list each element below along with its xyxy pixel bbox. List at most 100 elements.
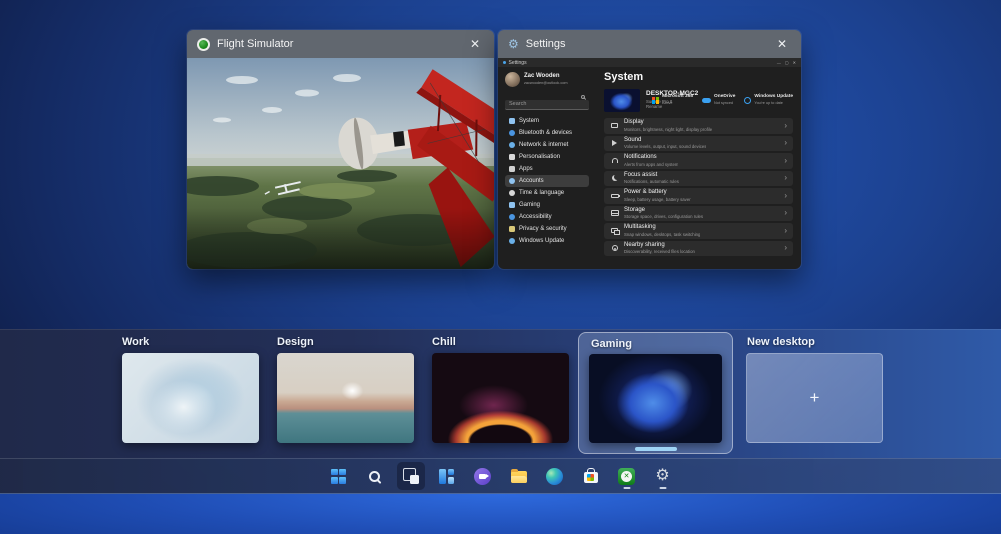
settings-search-input[interactable]	[505, 100, 589, 110]
device-header: DESKTOP-MGC2 Surface Pro 8 Rename Micros…	[604, 88, 793, 112]
user-name: Zac Wooden	[524, 73, 568, 81]
close-icon[interactable]: ✕	[793, 60, 796, 65]
flight-simulator-titlebar[interactable]: Flight Simulator ✕	[187, 30, 494, 58]
desktop-thumbnail-chill[interactable]	[432, 353, 569, 443]
chat-button[interactable]	[469, 462, 497, 490]
desktop-thumbnail-gaming[interactable]	[589, 354, 722, 443]
bluetooth-icon	[509, 130, 515, 136]
windows-update-icon	[509, 238, 515, 244]
nav-item-accessibility[interactable]: Accessibility	[505, 211, 589, 223]
taskbar	[0, 458, 1001, 494]
flight-simulator-preview[interactable]	[187, 58, 494, 269]
edge-icon	[546, 468, 563, 485]
chevron-right-icon: ›	[784, 227, 787, 235]
nav-item-time-language[interactable]: Time & language	[505, 187, 589, 199]
task-view-button[interactable]	[397, 462, 425, 490]
settings-row-display[interactable]: DisplayMonitors, brightness, night light…	[604, 118, 793, 134]
time-language-icon	[509, 190, 515, 196]
nav-item-personalisation[interactable]: Personalisation	[505, 151, 589, 163]
xbox-app-icon	[197, 38, 210, 51]
nav-item-privacy-security[interactable]: Privacy & security	[505, 223, 589, 235]
storage-icon	[610, 210, 619, 216]
settings-button[interactable]	[649, 462, 677, 490]
display-icon	[610, 123, 619, 128]
onedrive-icon	[702, 98, 711, 103]
windows-update-icon	[744, 97, 751, 104]
new-desktop-button[interactable]: +	[746, 353, 883, 443]
desktop-glow	[0, 494, 1001, 534]
settings-app-icon	[503, 61, 506, 64]
chevron-right-icon: ›	[784, 157, 787, 165]
active-desktop-indicator	[635, 447, 677, 451]
task-view-screen: Flight Simulator ✕	[0, 0, 1001, 534]
user-email: zacwooden@outlook.com	[524, 81, 568, 86]
chevron-right-icon: ›	[784, 192, 787, 200]
desktop-card-gaming-selected[interactable]: Gaming	[578, 332, 733, 454]
nav-item-bluetooth-devices[interactable]: Bluetooth & devices	[505, 127, 589, 139]
start-button[interactable]	[325, 462, 353, 490]
chevron-right-icon: ›	[784, 174, 787, 182]
power-battery-icon	[610, 194, 619, 199]
desktop-thumbnail-design[interactable]	[277, 353, 414, 443]
desktop-thumbnail-work[interactable]	[122, 353, 259, 443]
close-window-button[interactable]: ✕	[466, 36, 484, 52]
personalisation-icon	[509, 154, 515, 160]
nav-item-system[interactable]: System	[505, 115, 589, 127]
settings-gear-icon	[508, 37, 519, 51]
settings-sidebar: Zac Wooden zacwooden@outlook.com System …	[498, 67, 594, 269]
network-icon	[509, 142, 515, 148]
focus-assist-icon	[610, 175, 619, 181]
user-account[interactable]: Zac Wooden zacwooden@outlook.com	[505, 72, 589, 87]
microsoft-365-tile[interactable]: Microsoft 365 Active	[652, 94, 693, 105]
xbox-button[interactable]	[613, 462, 641, 490]
store-button[interactable]	[577, 462, 605, 490]
settings-row-multitasking[interactable]: MultitaskingSnap windows, desktops, task…	[604, 223, 793, 239]
close-window-button[interactable]: ✕	[773, 36, 791, 52]
page-title: System	[604, 71, 793, 83]
nav-item-apps[interactable]: Apps	[505, 163, 589, 175]
onedrive-tile[interactable]: OneDrive Not synced	[702, 94, 735, 105]
desktop-label-gaming: Gaming	[591, 338, 632, 350]
settings-row-nearby-sharing[interactable]: Nearby sharingDiscoverability, received …	[604, 241, 793, 257]
widgets-button[interactable]	[433, 462, 461, 490]
chat-camera-icon	[474, 468, 491, 485]
settings-app-title: Settings	[509, 60, 527, 66]
nav-item-gaming[interactable]: Gaming	[505, 199, 589, 211]
chevron-right-icon: ›	[784, 139, 787, 147]
desktop-label-chill: Chill	[432, 336, 456, 348]
privacy-security-icon	[509, 226, 515, 232]
settings-row-power-battery[interactable]: Power & batterySleep, battery usage, bat…	[604, 188, 793, 204]
minimize-icon[interactable]: —	[777, 60, 781, 65]
search-button[interactable]	[361, 462, 389, 490]
flight-simulator-window[interactable]: Flight Simulator ✕	[187, 30, 494, 269]
desktop-label-design: Design	[277, 336, 314, 348]
nav-item-accounts[interactable]: Accounts	[505, 175, 589, 187]
file-explorer-button[interactable]	[505, 462, 533, 490]
chevron-right-icon: ›	[784, 244, 787, 252]
accessibility-icon	[509, 214, 515, 220]
edge-button[interactable]	[541, 462, 569, 490]
settings-rows: DisplayMonitors, brightness, night light…	[604, 118, 793, 256]
windows-update-tile[interactable]: Windows Update You're up to date	[744, 94, 793, 105]
search-icon	[581, 95, 585, 99]
settings-row-storage[interactable]: StorageStorage space, drives, configurat…	[604, 206, 793, 222]
notifications-icon	[610, 158, 619, 163]
nav-item-windows-update[interactable]: Windows Update	[505, 235, 589, 247]
settings-row-notifications[interactable]: NotificationsAlerts from apps and system…	[604, 153, 793, 169]
settings-window[interactable]: Settings ✕ Settings — ▢ ✕ Zac Wooden	[498, 30, 801, 269]
gear-icon	[655, 468, 669, 484]
settings-titlebar[interactable]: Settings ✕	[498, 30, 801, 58]
maximize-icon[interactable]: ▢	[785, 60, 789, 65]
settings-preview[interactable]: Settings — ▢ ✕ Zac Wooden zacwooden@outl…	[498, 58, 801, 269]
avatar	[505, 72, 520, 87]
settings-row-focus-assist[interactable]: Focus assistNotifications, automatic rul…	[604, 171, 793, 187]
chevron-right-icon: ›	[784, 209, 787, 217]
settings-row-sound[interactable]: SoundVolume levels, output, input, sound…	[604, 136, 793, 152]
windows-logo-icon	[331, 469, 346, 484]
nav-item-network-internet[interactable]: Network & internet	[505, 139, 589, 151]
chevron-right-icon: ›	[784, 122, 787, 130]
new-desktop-label: New desktop	[747, 336, 815, 348]
window-title: Settings	[526, 38, 566, 50]
settings-app-titlebar: Settings — ▢ ✕	[498, 58, 801, 67]
widgets-icon	[439, 469, 454, 484]
